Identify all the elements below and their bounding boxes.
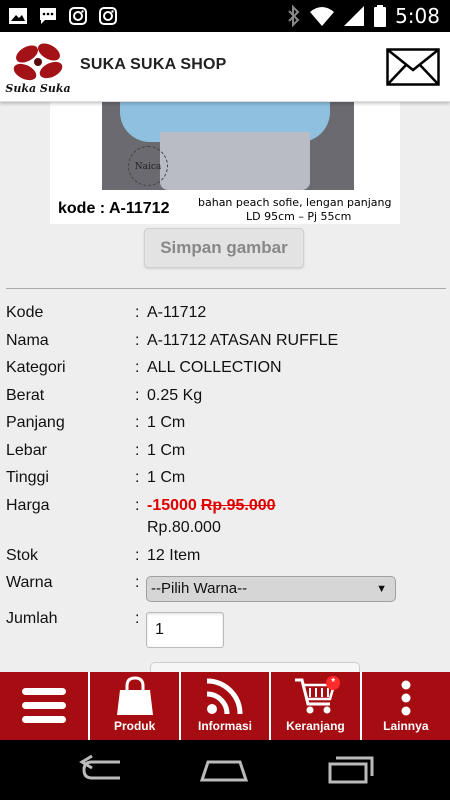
row-warna: Warna : --Pilih Warna-- ▼	[0, 574, 450, 604]
label-stok: Stok	[6, 547, 39, 564]
label-kategori: Kategori	[6, 359, 66, 376]
value-tinggi: 1 Cm	[147, 469, 186, 486]
old-price: Rp.95.000	[200, 497, 276, 514]
image-caption-line2: LD 95cm – Pj 55cm	[246, 210, 352, 223]
label-nama: Nama	[6, 332, 49, 349]
nav-lainnya-label: Lainnya	[383, 719, 429, 733]
clock: 5:08	[395, 4, 440, 28]
shop-logo[interactable]: Suka Suka	[5, 36, 71, 98]
recents-icon[interactable]	[322, 754, 382, 786]
envelope-icon	[386, 48, 440, 86]
value-berat: 0.25 Kg	[147, 387, 203, 404]
value-kategori: ALL COLLECTION	[147, 359, 282, 376]
color-select-value: --Pilih Warna--	[151, 580, 248, 597]
color-select[interactable]: --Pilih Warna-- ▼	[146, 576, 396, 602]
value-stok: 12 Item	[147, 547, 201, 564]
nav-produk-label: Produk	[113, 719, 156, 733]
svg-text:Suka Suka: Suka Suka	[5, 82, 70, 95]
colon: :	[135, 574, 140, 591]
system-nav-bar	[0, 740, 450, 800]
nav-keranjang-label: Keranjang	[286, 719, 345, 733]
colon: :	[135, 387, 140, 404]
colon: :	[135, 497, 140, 514]
image-caption-line1: bahan peach sofie, lengan panjang	[198, 196, 392, 209]
label-lebar: Lebar	[6, 442, 47, 459]
colon: :	[135, 332, 140, 349]
label-jumlah: Jumlah	[6, 610, 58, 627]
instagram-icon	[99, 7, 117, 25]
value-kode: A-11712	[147, 304, 207, 321]
photo-stamp: Naica	[128, 146, 168, 186]
more-icon	[401, 680, 411, 716]
label-berat: Berat	[6, 387, 45, 404]
partially-visible-button[interactable]	[150, 662, 360, 672]
rss-icon	[206, 678, 243, 715]
menu-icon	[22, 688, 67, 723]
bottom-nav: Produk Informasi * Keranjang Lainnya	[0, 672, 450, 740]
back-icon[interactable]	[72, 754, 132, 786]
new-price: Rp.80.000	[147, 519, 221, 536]
mail-button[interactable]	[386, 48, 440, 86]
value-lebar: 1 Cm	[147, 442, 186, 459]
colon: :	[135, 304, 140, 321]
product-detail[interactable]: Naica kode : A-11712 bahan peach sofie, …	[0, 102, 450, 672]
nav-informasi[interactable]: Informasi	[180, 672, 270, 740]
colon: :	[135, 547, 140, 564]
wifi-icon	[310, 7, 335, 26]
colon: :	[135, 469, 140, 486]
bluetooth-icon	[288, 5, 300, 27]
photo-skirt	[160, 132, 310, 190]
nav-lainnya[interactable]: Lainnya	[361, 672, 450, 740]
colon: :	[135, 610, 140, 627]
nav-informasi-label: Informasi	[198, 719, 253, 733]
instagram-icon	[69, 7, 87, 25]
battery-icon	[374, 5, 387, 27]
bag-icon	[116, 676, 153, 715]
nav-menu[interactable]	[0, 672, 89, 740]
quantity-input[interactable]: 1	[146, 612, 224, 648]
image-icon	[9, 8, 27, 24]
home-icon[interactable]	[194, 754, 254, 786]
cart-badge: *	[326, 676, 341, 690]
label-panjang: Panjang	[6, 414, 65, 431]
app-header: Suka Suka SUKA SUKA SHOP	[0, 32, 450, 102]
value-nama: A-11712 ATASAN RUFFLE	[147, 332, 339, 349]
nav-keranjang[interactable]: * Keranjang	[271, 672, 360, 740]
shop-title: SUKA SUKA SHOP	[80, 56, 227, 73]
price-discount: -15000	[147, 497, 197, 514]
dropdown-arrow-icon: ▼	[376, 583, 387, 595]
image-code-text: kode : A-11712	[58, 200, 170, 217]
row-harga: Harga : -15000 Rp.95.000 Rp.80.000	[0, 497, 450, 541]
label-harga: Harga	[6, 497, 50, 514]
colon: :	[135, 414, 140, 431]
label-warna: Warna	[6, 574, 53, 591]
status-bar: 5:08	[0, 0, 450, 32]
save-image-button[interactable]: Simpan gambar	[144, 228, 304, 268]
row-jumlah: Jumlah : 1	[0, 610, 450, 650]
nav-produk[interactable]: Produk	[90, 672, 179, 740]
colon: :	[135, 359, 140, 376]
value-panjang: 1 Cm	[147, 414, 186, 431]
label-kode: Kode	[6, 304, 44, 321]
chat-icon	[40, 8, 56, 24]
divider	[6, 288, 446, 289]
signal-icon	[344, 6, 365, 26]
price-group: -15000 Rp.95.000	[147, 497, 276, 515]
colon: :	[135, 442, 140, 459]
product-image[interactable]: Naica kode : A-11712 bahan peach sofie, …	[50, 102, 400, 224]
flower-logo-icon: Suka Suka	[5, 43, 71, 95]
label-tinggi: Tinggi	[6, 469, 49, 486]
